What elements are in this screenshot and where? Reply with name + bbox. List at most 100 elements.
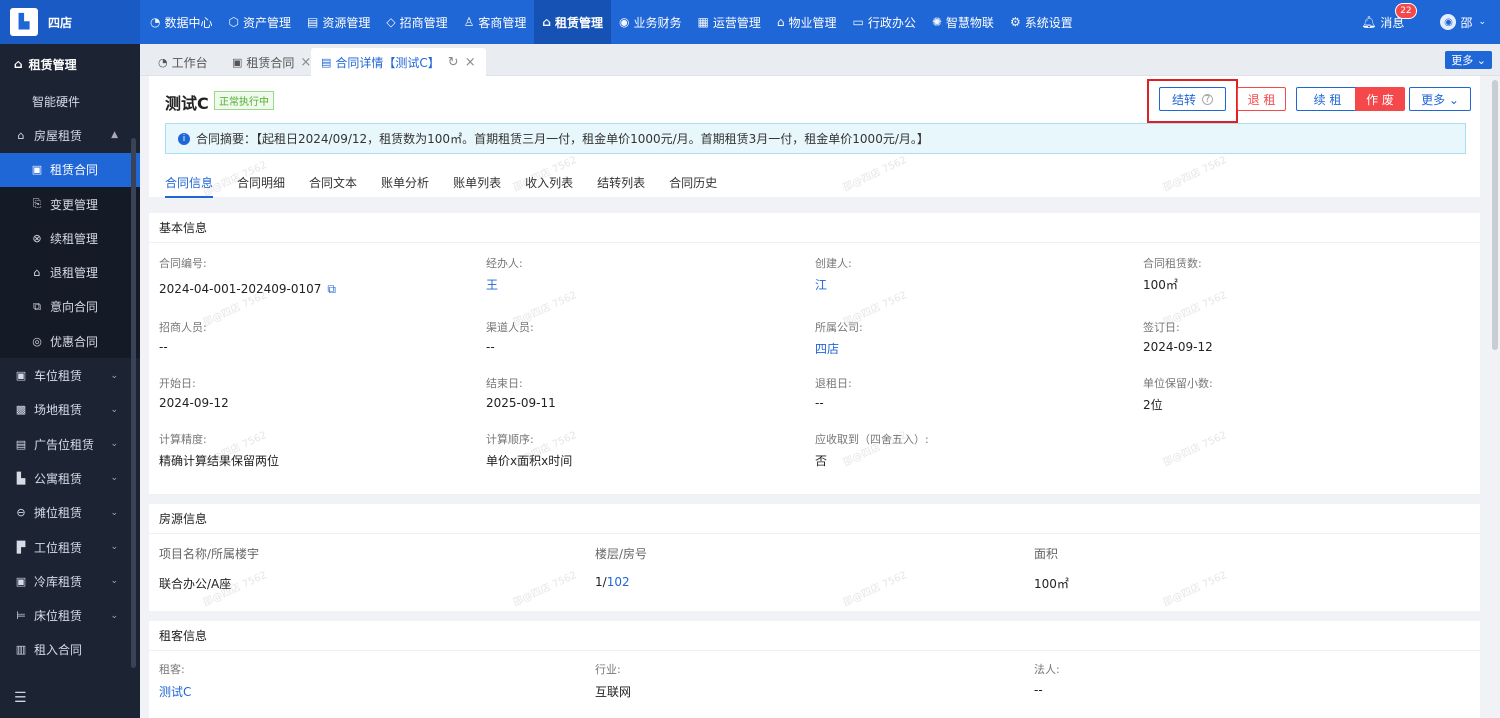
field-value-text: 江 — [815, 278, 828, 292]
sidebar-item[interactable]: ⌂ 退租管理 — [0, 255, 140, 290]
field-value[interactable]: 四店 — [815, 340, 839, 357]
info-field: 合同租赁数: 100㎡ — [1143, 255, 1202, 292]
area-value: 100㎡ — [1034, 577, 1069, 591]
tenant-link[interactable]: 测试C — [159, 683, 191, 700]
field-value-text: 2024-09-12 — [1143, 340, 1213, 354]
messages-button[interactable]: 🔔︎ 消息 22 — [1361, 2, 1417, 31]
top-navigation-bar: ▙ 四店 ◔ 数据中心 ⬡ 资产管理 ▤ 资源管理 ◇ 招商管理 ♙ 客商管理 ⌂ 租赁管理 ◉ 业务财务… — [0, 0, 1500, 44]
sidebar-item[interactable]: ▛ 工位租赁 ⌄ — [0, 530, 140, 564]
terminate-lease-button[interactable]: 退 租 — [1237, 87, 1286, 111]
nav-item[interactable]: ⬡ 资产管理 — [221, 0, 300, 44]
field-value: -- — [815, 396, 824, 410]
sidebar-scrollbar[interactable] — [131, 138, 136, 668]
sidebar-item[interactable]: ⊖ 摊位租赁 ⌄ — [0, 496, 140, 530]
contract-icon: ▣ — [232, 55, 243, 69]
transfer-button[interactable]: 结转 ? — [1159, 87, 1226, 111]
sidebar-item[interactable]: ▤ 广告位租赁 ⌄ — [0, 427, 140, 461]
content-tab[interactable]: 账单列表 — [453, 174, 501, 196]
sidebar-item[interactable]: 智能硬件 — [0, 84, 140, 118]
tab-lease-contracts[interactable]: ▣ 租赁合同 × — [222, 48, 321, 76]
transfer-button-label: 结转 — [1171, 92, 1196, 107]
field-label: 单位保留小数: — [1143, 377, 1213, 390]
sidebar-item[interactable]: ⊗ 续租管理 — [0, 221, 140, 256]
sidebar-item[interactable]: ▣ 车位租赁 ⌄ — [0, 358, 140, 392]
content-tab[interactable]: 合同历史 — [669, 174, 717, 196]
refresh-icon[interactable]: ↻ — [448, 55, 459, 70]
field-value[interactable]: 江 — [815, 276, 827, 293]
brand-logo[interactable]: ▙ 四店 — [0, 0, 140, 44]
content-tab[interactable]: 合同文本 — [309, 174, 357, 196]
room-link[interactable]: 102 — [607, 575, 630, 589]
sidebar-item-icon: ▙ — [16, 471, 26, 485]
contract-summary: i 合同摘要：【起租日2024/09/12，租赁数为100㎡。首期租赁三月一付，… — [165, 123, 1466, 154]
field-value-text: 2024-09-12 — [159, 396, 229, 410]
sidebar-item[interactable]: ⌂ 房屋租赁 ▲ — [0, 118, 140, 152]
copy-icon[interactable]: ⧉ — [327, 282, 336, 296]
nav-item[interactable]: ◉ 业务财务 — [611, 0, 690, 44]
renew-lease-button[interactable]: 续 租 — [1296, 87, 1359, 111]
section-title: 租客信息 — [149, 621, 1480, 651]
void-button[interactable]: 作 废 — [1355, 87, 1405, 111]
field-value-text: 王 — [486, 278, 499, 292]
sidebar-item[interactable]: ▩ 场地租赁 ⌄ — [0, 393, 140, 427]
sidebar-item[interactable]: ⧉ 意向合同 — [0, 289, 140, 325]
field-value: 2024-09-12 — [1143, 340, 1213, 354]
tenant-info-section: 租客信息 租客: 测试C 行业: 互联网 法人: -- — [149, 621, 1480, 718]
tabs-more-button[interactable]: 更多 ⌄ — [1445, 51, 1492, 69]
nav-icon: ◉ — [619, 15, 630, 29]
building-icon: ▙ — [10, 8, 38, 36]
chevron-icon: ⌄ — [110, 439, 118, 450]
nav-item[interactable]: ▦ 运营管理 — [690, 0, 769, 44]
close-icon[interactable]: × — [465, 55, 476, 70]
nav-label: 运营管理 — [712, 15, 761, 30]
sidebar-item[interactable]: ▙ 公寓租赁 ⌄ — [0, 461, 140, 495]
field-value: -- — [486, 340, 495, 354]
nav-icon: ◔ — [150, 15, 161, 29]
chevron-icon: ⌄ — [110, 507, 118, 518]
nav-item[interactable]: ▤ 资源管理 — [299, 0, 378, 44]
collapse-menu-icon[interactable]: ☰ — [14, 690, 27, 706]
more-actions-button[interactable]: 更多 ⌄ — [1409, 87, 1471, 111]
sidebar-item[interactable]: ▣ 冷库租赁 ⌄ — [0, 564, 140, 598]
dashboard-icon: ◔ — [158, 55, 168, 69]
sidebar-item[interactable]: ▥ 租入合同 — [0, 633, 140, 667]
messages-count-badge: 22 — [1395, 2, 1417, 19]
sidebar-item[interactable]: ⊨ 床位租赁 ⌄ — [0, 598, 140, 632]
nav-icon: ▭ — [852, 15, 864, 29]
content-tab[interactable]: 结转列表 — [597, 174, 645, 196]
brand-name: 四店 — [48, 15, 73, 30]
tab-workbench[interactable]: ◔ 工作台 — [148, 48, 218, 76]
user-menu[interactable]: ◉ 邵 ⌄ — [1440, 14, 1486, 31]
sidebar-item[interactable]: ◎ 优惠合同 — [0, 324, 140, 359]
chevron-icon: ⌄ — [110, 370, 118, 381]
tab-contract-detail[interactable]: ▤ 合同详情【测试C】 ↻ × — [311, 48, 486, 76]
tab-label: 租赁合同 — [246, 55, 295, 70]
summary-text: 合同摘要：【起租日2024/09/12，租赁数为100㎡。首期租赁三月一付，租金… — [196, 132, 929, 146]
sidebar-item[interactable]: ▣ 租赁合同 — [0, 152, 140, 187]
nav-item[interactable]: ⚙ 系统设置 — [1002, 0, 1081, 44]
legal-person-value: -- — [1034, 683, 1043, 697]
nav-item[interactable]: ♙ 客商管理 — [456, 0, 535, 44]
page-scrollbar[interactable] — [1492, 80, 1498, 350]
sidebar: ⌂ 租赁管理 智能硬件 ⌂ 房屋租赁 ▲ ▣ 租赁合同 ⎘ 变更管理 ⊗ 续租管理 ⌂ 退租管理 ⧉ 意向… — [0, 44, 140, 718]
field-value[interactable]: 王 — [486, 276, 498, 293]
sidebar-item-label: 工位租赁 — [34, 540, 83, 555]
sidebar-item-icon: ▥ — [15, 643, 27, 657]
field-label: 计算精度: — [159, 433, 207, 446]
field-label: 行业: — [595, 663, 621, 676]
sidebar-item[interactable]: ⎘ 变更管理 — [0, 186, 140, 222]
field-value-text: 2024-04-001-202409-0107 — [159, 282, 322, 296]
help-icon[interactable]: ? — [1202, 93, 1213, 105]
nav-item[interactable]: ⌂ 物业管理 — [769, 0, 845, 44]
nav-icon: ⌂ — [776, 15, 785, 29]
close-icon[interactable]: × — [300, 55, 311, 70]
nav-item[interactable]: ▭ 行政办公 — [845, 0, 924, 44]
nav-item[interactable]: ✺ 智慧物联 — [924, 0, 1002, 44]
nav-item[interactable]: ⌂ 租赁管理 — [534, 0, 611, 44]
info-field: 开始日: 2024-09-12 — [159, 375, 229, 410]
legal-person-field: 法人: — [1034, 661, 1060, 677]
nav-item[interactable]: ◇ 招商管理 — [378, 0, 455, 44]
nav-item[interactable]: ◔ 数据中心 — [142, 0, 221, 44]
content-tab[interactable]: 账单分析 — [381, 174, 429, 196]
field-value-text: 四店 — [815, 342, 840, 356]
